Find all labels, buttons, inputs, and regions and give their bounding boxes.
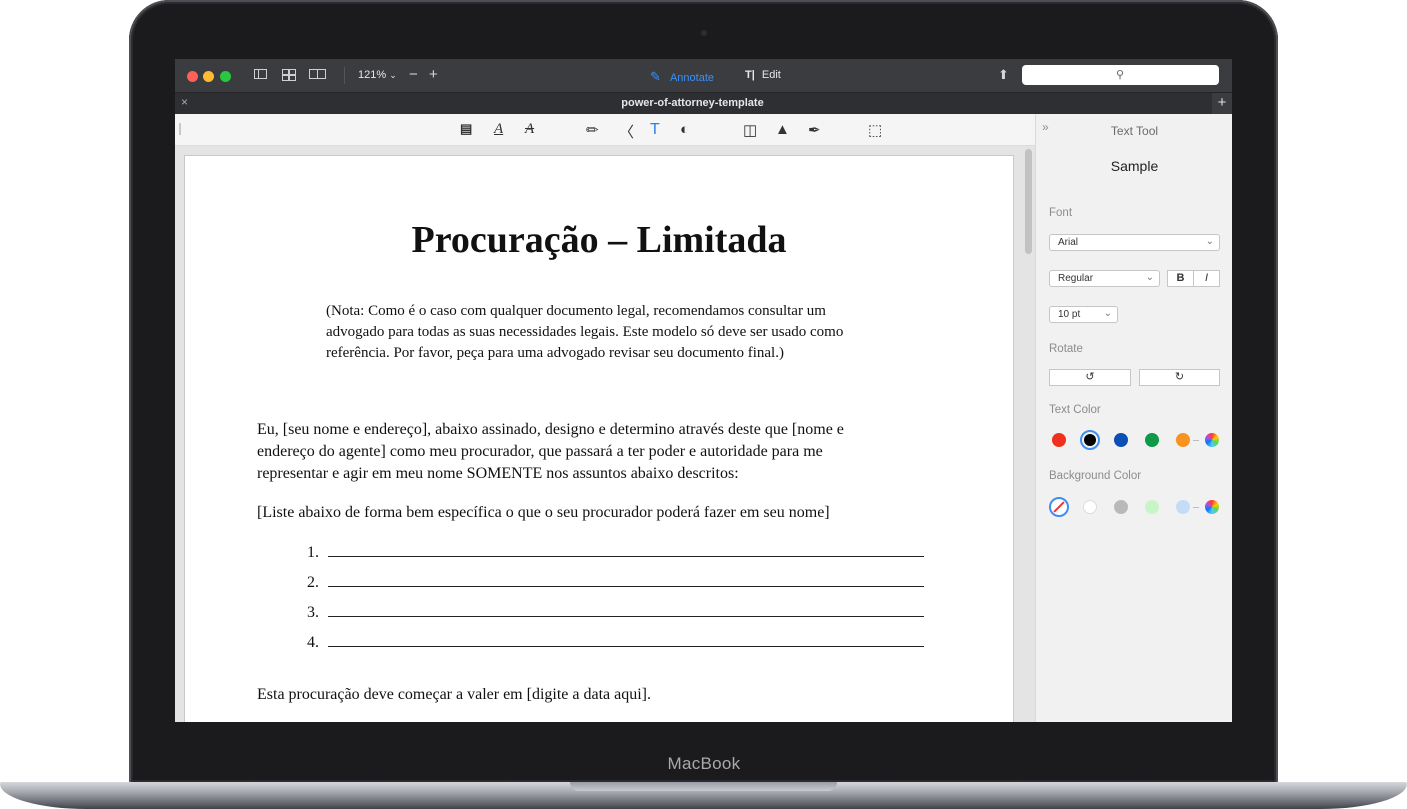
annotate-mode-button[interactable]: ✎ Annotate xyxy=(650,69,714,85)
document-paragraph: Eu, [seu nome e endereço], abaixo assina… xyxy=(257,421,844,482)
no-color-slash-icon xyxy=(1053,501,1065,513)
annotate-label: Annotate xyxy=(669,72,715,84)
tab-bar: × power-of-attorney-template + xyxy=(175,92,1232,114)
zoom-in-button[interactable]: + xyxy=(429,66,438,83)
app-window: 121% ⌄ − + ✎ Annotate T| Edit ⬆ ⚲ × powe… xyxy=(175,59,1232,722)
document-area[interactable]: Procuração – Limitada (Nota: Como é o ca… xyxy=(175,146,1035,722)
edit-mode-button[interactable]: T| Edit xyxy=(745,69,781,81)
share-icon[interactable]: ⬆ xyxy=(998,67,1009,83)
annotation-toolbar: ▤ A A ✏ 〈 T ◐ ◫ ▲ ✒ ⬚ xyxy=(175,114,1035,146)
tab-title[interactable]: power-of-attorney-template xyxy=(175,97,1210,109)
document-page[interactable]: Procuração – Limitada (Nota: Como é o ca… xyxy=(184,155,1014,722)
rotate-right-icon: ↻ xyxy=(1174,371,1185,383)
text-color-blue-swatch[interactable] xyxy=(1114,433,1128,447)
close-window-button[interactable] xyxy=(187,71,198,82)
background-color-gray-swatch[interactable] xyxy=(1114,500,1128,514)
pen-icon: ✎ xyxy=(650,69,661,84)
text-color-red-swatch[interactable] xyxy=(1052,433,1066,447)
numbered-list: 1. 2. 3. 4. xyxy=(307,540,927,660)
chevron-down-icon: ⌄ xyxy=(1103,308,1112,319)
search-icon: ⚲ xyxy=(1116,69,1125,81)
font-family-value: Arial xyxy=(1058,237,1079,248)
text-tool-panel: » Text Tool Sample Font Arial ⌄ Regular … xyxy=(1035,114,1232,722)
rotate-left-icon: ↺ xyxy=(1085,371,1095,383)
list-item: 4. xyxy=(307,630,927,660)
zoom-window-button[interactable] xyxy=(220,71,231,82)
chevron-down-icon: ⌄ xyxy=(1145,272,1154,283)
camera xyxy=(700,29,708,37)
window-toolbar: 121% ⌄ − + ✎ Annotate T| Edit ⬆ ⚲ xyxy=(175,59,1232,92)
zoom-out-button[interactable]: − xyxy=(409,66,418,83)
font-size-select[interactable]: 10 pt ⌄ xyxy=(1049,306,1118,323)
font-style-value: Regular xyxy=(1058,273,1094,284)
note-icon[interactable]: ◫ xyxy=(743,121,757,139)
document-note: (Nota: Como é o caso com qualquer docume… xyxy=(326,303,844,361)
panel-title: Text Tool xyxy=(1110,124,1159,138)
pencil-icon[interactable]: ✏ xyxy=(586,121,599,139)
eraser-icon[interactable]: 〈 xyxy=(619,121,634,142)
two-page-view-icon[interactable] xyxy=(309,69,326,79)
chevron-down-icon: ⌄ xyxy=(389,70,397,80)
list-item: 1. xyxy=(307,540,927,570)
selected-color-dot xyxy=(1084,434,1096,446)
background-color-picker-icon[interactable] xyxy=(1205,500,1219,514)
strikethrough-icon[interactable]: A xyxy=(525,121,534,138)
font-label: Font xyxy=(1049,207,1073,219)
rotate-right-button[interactable]: ↻ xyxy=(1139,369,1220,386)
text-color-orange-swatch[interactable] xyxy=(1176,433,1190,447)
color-picker-icon[interactable] xyxy=(1205,433,1219,447)
shapes-icon[interactable]: ◐ xyxy=(680,121,689,138)
document-title: Procuração – Limitada xyxy=(411,219,787,261)
document-paragraph: [Liste abaixo de forma bem específica o … xyxy=(257,504,830,521)
font-size-value: 10 pt xyxy=(1058,309,1081,320)
search-field[interactable]: ⚲ xyxy=(1022,65,1219,85)
document-paragraph: Esta procuração deve começar a valer em … xyxy=(257,686,652,703)
background-color-white-swatch[interactable] xyxy=(1083,500,1097,514)
no-color-swatch[interactable] xyxy=(1049,497,1069,517)
divider xyxy=(1193,440,1199,441)
sidebar-toggle-icon[interactable] xyxy=(254,69,267,79)
minimize-window-button[interactable] xyxy=(203,71,214,82)
text-color-black-swatch[interactable] xyxy=(1080,430,1100,450)
underline-icon[interactable]: A xyxy=(494,121,503,138)
text-cursor-icon: T| xyxy=(745,69,755,81)
background-color-green-swatch[interactable] xyxy=(1145,500,1159,514)
signature-pen-icon[interactable]: ✒ xyxy=(808,121,821,139)
rotate-left-button[interactable]: ↺ xyxy=(1049,369,1131,386)
zoom-level: 121% xyxy=(358,69,387,81)
laptop-notch xyxy=(570,782,837,791)
device-brand-label: MacBook xyxy=(667,754,741,773)
selection-frame-icon[interactable]: ⬚ xyxy=(868,121,882,139)
new-tab-button[interactable]: + xyxy=(1212,93,1232,114)
toolbar-divider xyxy=(344,67,345,84)
edit-label: Edit xyxy=(761,69,781,81)
background-color-label: Background Color xyxy=(1049,470,1142,482)
text-color-green-swatch[interactable] xyxy=(1145,433,1159,447)
toolbar-grip[interactable] xyxy=(179,123,181,135)
thumbnails-view-icon[interactable] xyxy=(282,69,296,81)
stamp-icon[interactable]: ▲ xyxy=(775,121,790,138)
list-item: 3. xyxy=(307,600,927,630)
font-style-select[interactable]: Regular ⌄ xyxy=(1049,270,1160,287)
divider xyxy=(1193,507,1199,508)
vertical-scrollbar[interactable] xyxy=(1025,149,1032,254)
font-family-select[interactable]: Arial ⌄ xyxy=(1049,234,1220,251)
text-color-label: Text Color xyxy=(1049,404,1101,416)
font-sample: Sample xyxy=(1110,158,1159,174)
rotate-label: Rotate xyxy=(1049,343,1083,355)
text-tool-icon[interactable]: T xyxy=(650,121,660,139)
text-selection-icon[interactable]: ▤ xyxy=(460,121,472,137)
chevron-down-icon: ⌄ xyxy=(1205,236,1214,247)
zoom-level-dropdown[interactable]: 121% ⌄ xyxy=(358,69,397,81)
background-color-blue-swatch[interactable] xyxy=(1176,500,1190,514)
italic-button[interactable]: I xyxy=(1193,270,1220,287)
bold-button[interactable]: B xyxy=(1167,270,1194,287)
list-item: 2. xyxy=(307,570,927,600)
